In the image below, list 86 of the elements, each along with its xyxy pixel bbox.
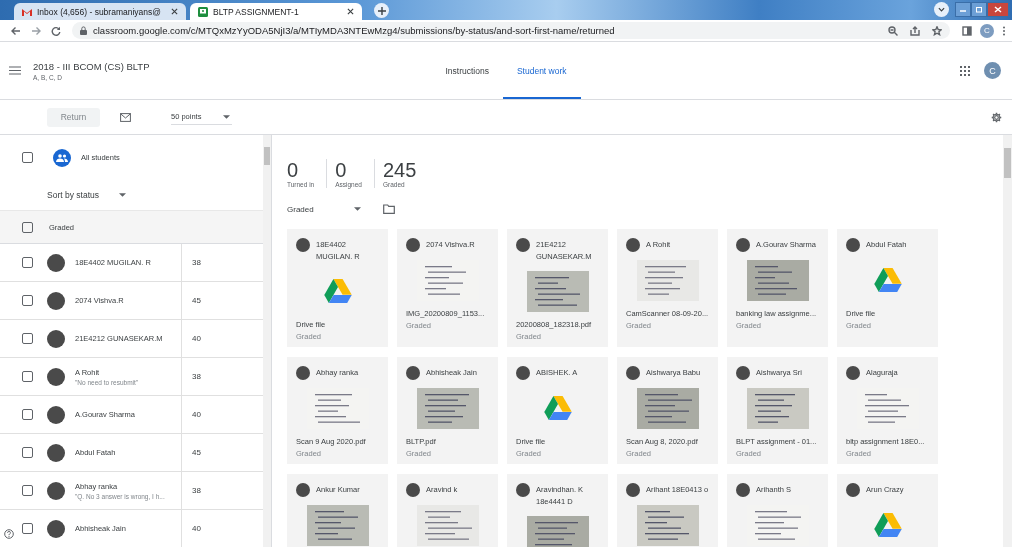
nav-tab[interactable]: Instructions — [431, 42, 503, 99]
triangle-logo-icon — [873, 268, 902, 292]
avatar — [47, 367, 65, 386]
avatar — [626, 366, 640, 380]
avatar — [846, 238, 860, 252]
status-filter-dropdown[interactable]: Graded — [287, 204, 361, 214]
address-bar[interactable]: classroom.google.com/c/MTQxMzYyODA5NjI3/a/MTIyMDA3NTEwMzg4/submissions/by-status/and-sort-first-name/returned — [72, 22, 950, 39]
back-icon[interactable] — [11, 25, 21, 36]
help-icon[interactable] — [4, 529, 14, 539]
menu-icon[interactable] — [1002, 25, 1006, 36]
checkbox[interactable] — [22, 523, 33, 534]
avatar — [626, 483, 640, 497]
avatar — [47, 481, 65, 500]
close-icon[interactable] — [171, 8, 178, 15]
browser-tab[interactable]: Inbox (4,656) - subramaniyans@ — [14, 3, 186, 20]
caret-icon[interactable] — [223, 114, 231, 119]
mail-icon — [22, 7, 32, 16]
plus-icon — [377, 6, 386, 15]
checkbox[interactable] — [22, 371, 33, 382]
avatar — [406, 483, 420, 497]
side-panel-icon[interactable] — [962, 25, 972, 36]
settings-icon[interactable] — [991, 111, 1002, 123]
stat-count: 245 — [382, 159, 417, 181]
avatar — [296, 483, 310, 497]
avatar — [846, 483, 860, 497]
avatar — [626, 238, 640, 252]
avatar — [736, 366, 750, 380]
forward-icon[interactable] — [31, 25, 41, 36]
avatar — [47, 405, 65, 424]
stat-count: 0 — [335, 159, 348, 181]
chevron-down-icon — [938, 7, 945, 12]
tab-search-button[interactable] — [934, 2, 949, 17]
browser-tab[interactable]: BLTP ASSIGNMENT-1 — [190, 3, 362, 20]
zoom-out-icon[interactable] — [888, 25, 898, 36]
avatar — [47, 253, 65, 272]
checkbox[interactable] — [22, 152, 33, 163]
avatar — [406, 366, 420, 380]
close-window-button[interactable] — [987, 2, 1009, 17]
triangle-logo-icon — [873, 513, 902, 537]
lock-icon — [80, 26, 87, 35]
maximize-button[interactable] — [971, 2, 987, 17]
checkbox[interactable] — [22, 295, 33, 306]
apps-grid-icon[interactable] — [960, 65, 970, 76]
avatar — [47, 519, 65, 538]
checkbox[interactable] — [22, 257, 33, 268]
avatar — [736, 483, 750, 497]
checkbox[interactable] — [22, 447, 33, 458]
url-text: classroom.google.com/c/MTQxMzYyODA5NjI3/a/MTIyMDA3NTEwMzg4/submissions/by-status/and-sort-first-name/returned — [93, 25, 615, 36]
scrollbar[interactable] — [1003, 135, 1012, 547]
folder-icon[interactable] — [382, 204, 395, 214]
avatar — [516, 366, 530, 380]
scrollbar[interactable] — [263, 135, 271, 547]
avatar — [296, 366, 310, 380]
class-title[interactable]: 2018 - III BCOM (CS) BLTP — [33, 60, 150, 72]
avatar — [47, 443, 65, 462]
maximize-icon — [974, 5, 984, 14]
board-icon — [198, 6, 208, 17]
checkbox[interactable] — [22, 409, 33, 420]
avatar — [516, 238, 530, 252]
close-icon[interactable] — [347, 8, 354, 15]
sort-dropdown[interactable]: Sort by status — [0, 180, 263, 210]
checkbox[interactable] — [22, 333, 33, 344]
people-icon — [56, 153, 68, 162]
close-icon — [993, 5, 1003, 14]
minimize-button[interactable] — [955, 2, 971, 17]
avatar — [47, 329, 65, 348]
triangle-logo-icon — [543, 396, 572, 420]
share-icon[interactable] — [910, 25, 920, 36]
avatar — [406, 238, 420, 252]
checkbox[interactable] — [22, 221, 33, 233]
avatar — [846, 366, 860, 380]
stat-count: 0 — [287, 159, 300, 181]
checkbox[interactable] — [22, 485, 33, 496]
mail-icon[interactable] — [120, 112, 131, 122]
avatar — [736, 238, 750, 252]
menu-icon[interactable] — [9, 66, 21, 75]
avatar — [47, 291, 65, 310]
caret-icon[interactable] — [118, 193, 126, 197]
star-icon[interactable] — [932, 25, 942, 36]
avatar — [296, 238, 310, 252]
nav-tab[interactable]: Student work — [502, 42, 581, 99]
new-tab-button[interactable] — [374, 3, 389, 18]
avatar — [516, 483, 530, 497]
caret-icon[interactable] — [353, 207, 361, 211]
triangle-logo-icon — [323, 279, 352, 303]
reload-icon[interactable] — [51, 25, 61, 36]
